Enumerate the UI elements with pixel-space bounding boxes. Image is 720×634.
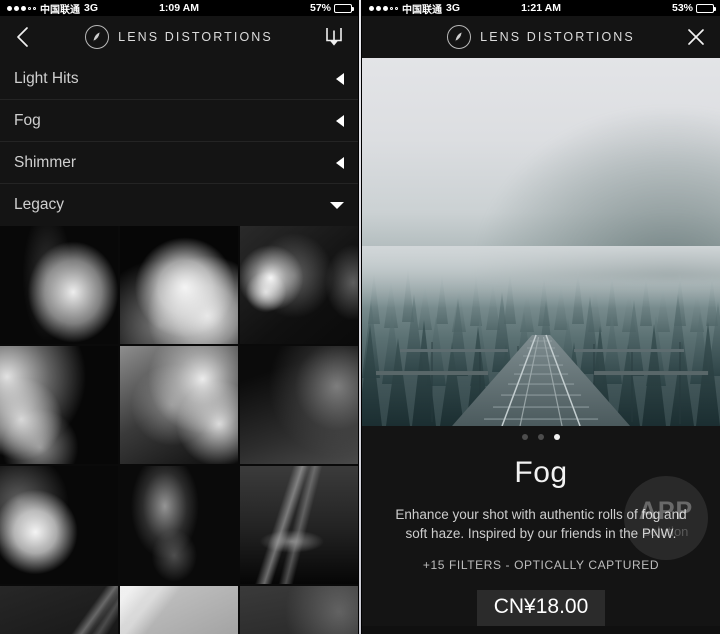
download-button[interactable] bbox=[312, 16, 356, 58]
left-status-bar: 中国联通 3G 1:09 AM 57% bbox=[0, 0, 358, 16]
category-list: Light Hits Fog Shimmer Legacy bbox=[0, 58, 358, 226]
clock-label: 1:21 AM bbox=[521, 2, 561, 14]
legacy-thumb-6[interactable] bbox=[240, 346, 358, 464]
sidebar-item-shimmer[interactable]: Shimmer bbox=[0, 142, 358, 184]
sidebar-item-light-hits[interactable]: Light Hits bbox=[0, 58, 358, 100]
close-icon bbox=[688, 29, 704, 45]
legacy-thumb-5[interactable] bbox=[120, 346, 238, 464]
battery-percent-label: 53% bbox=[671, 2, 693, 14]
legacy-thumb-3[interactable] bbox=[240, 226, 358, 344]
product-detail-panel: APP solution Fog Enhance your shot with … bbox=[362, 448, 720, 626]
brand-lockup: LENS DISTORTIONS bbox=[0, 25, 358, 49]
brand-name-label: LENS DISTORTIONS bbox=[480, 30, 635, 44]
legacy-thumbnail-grid bbox=[0, 226, 358, 634]
close-button[interactable] bbox=[674, 16, 718, 58]
product-title: Fog bbox=[514, 456, 568, 489]
category-label: Legacy bbox=[14, 196, 64, 213]
lens-distortions-logo-icon bbox=[447, 25, 472, 49]
fog-preview-image bbox=[362, 58, 720, 426]
battery-icon bbox=[696, 3, 716, 13]
carousel-page-indicator[interactable] bbox=[362, 426, 720, 448]
page-dot-1[interactable] bbox=[522, 434, 528, 440]
right-status-bar: 中国联通 3G 1:21 AM 53% bbox=[362, 0, 720, 16]
triangle-left-icon bbox=[336, 73, 344, 85]
page-dot-3-active[interactable] bbox=[554, 434, 560, 440]
dual-screenshot-comparison: 中国联通 3G 1:09 AM 57% LENS DISTORTIONS Lig… bbox=[0, 0, 720, 634]
legacy-thumb-9[interactable] bbox=[240, 466, 358, 584]
brand-lockup: LENS DISTORTIONS bbox=[362, 25, 720, 49]
lens-distortions-logo-icon bbox=[85, 25, 110, 49]
page-dot-2[interactable] bbox=[538, 434, 544, 440]
legacy-thumb-4[interactable] bbox=[0, 346, 118, 464]
right-nav-bar: LENS DISTORTIONS bbox=[362, 16, 720, 58]
battery-percent-label: 57% bbox=[309, 2, 331, 14]
legacy-thumb-12[interactable] bbox=[240, 586, 358, 634]
product-description: Enhance your shot with authentic rolls o… bbox=[395, 506, 687, 542]
legacy-thumb-1[interactable] bbox=[0, 226, 118, 344]
legacy-thumb-10[interactable] bbox=[0, 586, 118, 634]
triangle-down-icon bbox=[330, 201, 344, 209]
triangle-left-icon bbox=[336, 157, 344, 169]
brand-name-label: LENS DISTORTIONS bbox=[118, 30, 273, 44]
left-phone-screen: 中国联通 3G 1:09 AM 57% LENS DISTORTIONS Lig… bbox=[0, 0, 358, 634]
legacy-thumb-8[interactable] bbox=[120, 466, 238, 584]
clock-label: 1:09 AM bbox=[159, 2, 199, 14]
sidebar-item-fog[interactable]: Fog bbox=[0, 100, 358, 142]
purchase-price-button[interactable]: CN¥18.00 bbox=[476, 589, 606, 626]
legacy-thumb-7[interactable] bbox=[0, 466, 118, 584]
status-right-group: 53% bbox=[671, 2, 716, 14]
right-phone-screen: 中国联通 3G 1:21 AM 53% LENS DISTORTIONS APP… bbox=[362, 0, 720, 634]
left-nav-bar: LENS DISTORTIONS bbox=[0, 16, 358, 58]
status-right-group: 57% bbox=[309, 2, 354, 14]
product-meta-label: +15 FILTERS - OPTICALLY CAPTURED bbox=[422, 557, 660, 572]
railway-trestle-layer bbox=[376, 334, 709, 426]
category-label: Shimmer bbox=[14, 154, 77, 171]
category-label: Light Hits bbox=[14, 70, 79, 87]
download-icon bbox=[326, 28, 342, 46]
battery-icon bbox=[334, 3, 354, 13]
sidebar-item-legacy[interactable]: Legacy bbox=[0, 184, 358, 226]
triangle-left-icon bbox=[336, 115, 344, 127]
category-label: Fog bbox=[14, 112, 41, 129]
legacy-thumb-11[interactable] bbox=[120, 586, 238, 634]
legacy-thumb-2[interactable] bbox=[120, 226, 238, 344]
